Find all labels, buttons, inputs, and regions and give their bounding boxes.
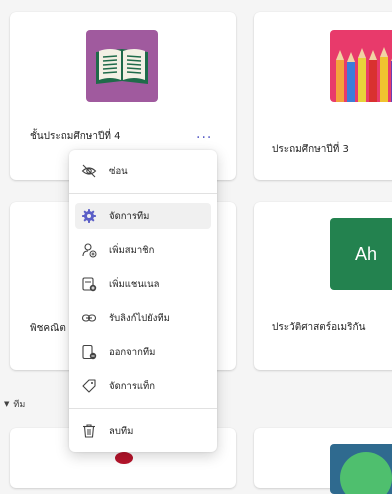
menu-item-label: จัดการแท็ก (109, 380, 156, 392)
menu-item-add-member[interactable]: เพิ่มสมาชิก (75, 237, 211, 263)
team-card-partial[interactable] (254, 428, 392, 494)
menu-item-get-link[interactable]: รับลิงก์ไปยังทีม (75, 305, 211, 331)
menu-item-label: ลบทีม (109, 425, 134, 437)
trash-icon (81, 423, 97, 439)
menu-item-delete-team[interactable]: ลบทีม (75, 418, 211, 444)
leave-icon (81, 344, 97, 360)
team-title: ประวัติศาสตร์อเมริกัน (272, 322, 366, 333)
menu-item-label: รับลิงก์ไปยังทีม (109, 312, 170, 324)
book-thumbnail (86, 30, 158, 102)
team-card-american-history[interactable]: Ah ประวัติศาสตร์อเมริกัน (254, 202, 392, 370)
gear-icon (81, 208, 97, 224)
menu-item-label: ซ่อน (109, 165, 128, 177)
add-channel-icon (81, 276, 97, 292)
chevron-down-icon: ▼ (4, 400, 10, 408)
menu-separator (69, 193, 217, 194)
team-title: พิชคณิต (30, 323, 66, 334)
team-title: ชั้นประถมศึกษาปีที่ 4 (30, 131, 121, 142)
menu-item-add-channel[interactable]: เพิ่มแชนเนล (75, 271, 211, 297)
menu-item-leave-team[interactable]: ออกจากทีม (75, 339, 211, 365)
book-icon (96, 49, 148, 84)
team-context-menu: ซ่อน จัดการทีม เพิ่มสมาชิก เพิ่มแชนเนล ร… (69, 150, 217, 452)
link-icon (81, 310, 97, 326)
menu-item-manage-tags[interactable]: จัดการแท็ก (75, 373, 211, 399)
globe-thumbnail (330, 444, 392, 494)
menu-item-label: จัดการทีม (109, 210, 150, 222)
menu-item-label: เพิ่มแชนเนล (109, 278, 160, 290)
pencils-thumbnail (330, 30, 392, 102)
team-title: ประถมศึกษาปีที่ 3 (272, 144, 349, 155)
thumbnail-initials: Ah (354, 243, 378, 264)
teams-section-header[interactable]: ▼ ทีม (4, 397, 25, 411)
history-thumbnail: Ah (330, 218, 392, 290)
add-person-icon (81, 242, 97, 258)
more-options-button[interactable]: ··· (196, 131, 212, 145)
tag-icon (81, 378, 97, 394)
menu-item-hide[interactable]: ซ่อน (75, 158, 211, 184)
pencils-icon (336, 47, 392, 102)
team-card-grade3[interactable]: ประถมศึกษาปีที่ 3 (254, 12, 392, 180)
menu-item-manage-team[interactable]: จัดการทีม (75, 203, 211, 229)
section-label: ทีม (13, 400, 26, 410)
menu-item-label: เพิ่มสมาชิก (109, 244, 155, 256)
partial-thumbnail (115, 452, 133, 464)
menu-separator (69, 408, 217, 409)
eye-off-icon (81, 163, 97, 179)
menu-item-label: ออกจากทีม (109, 346, 156, 358)
